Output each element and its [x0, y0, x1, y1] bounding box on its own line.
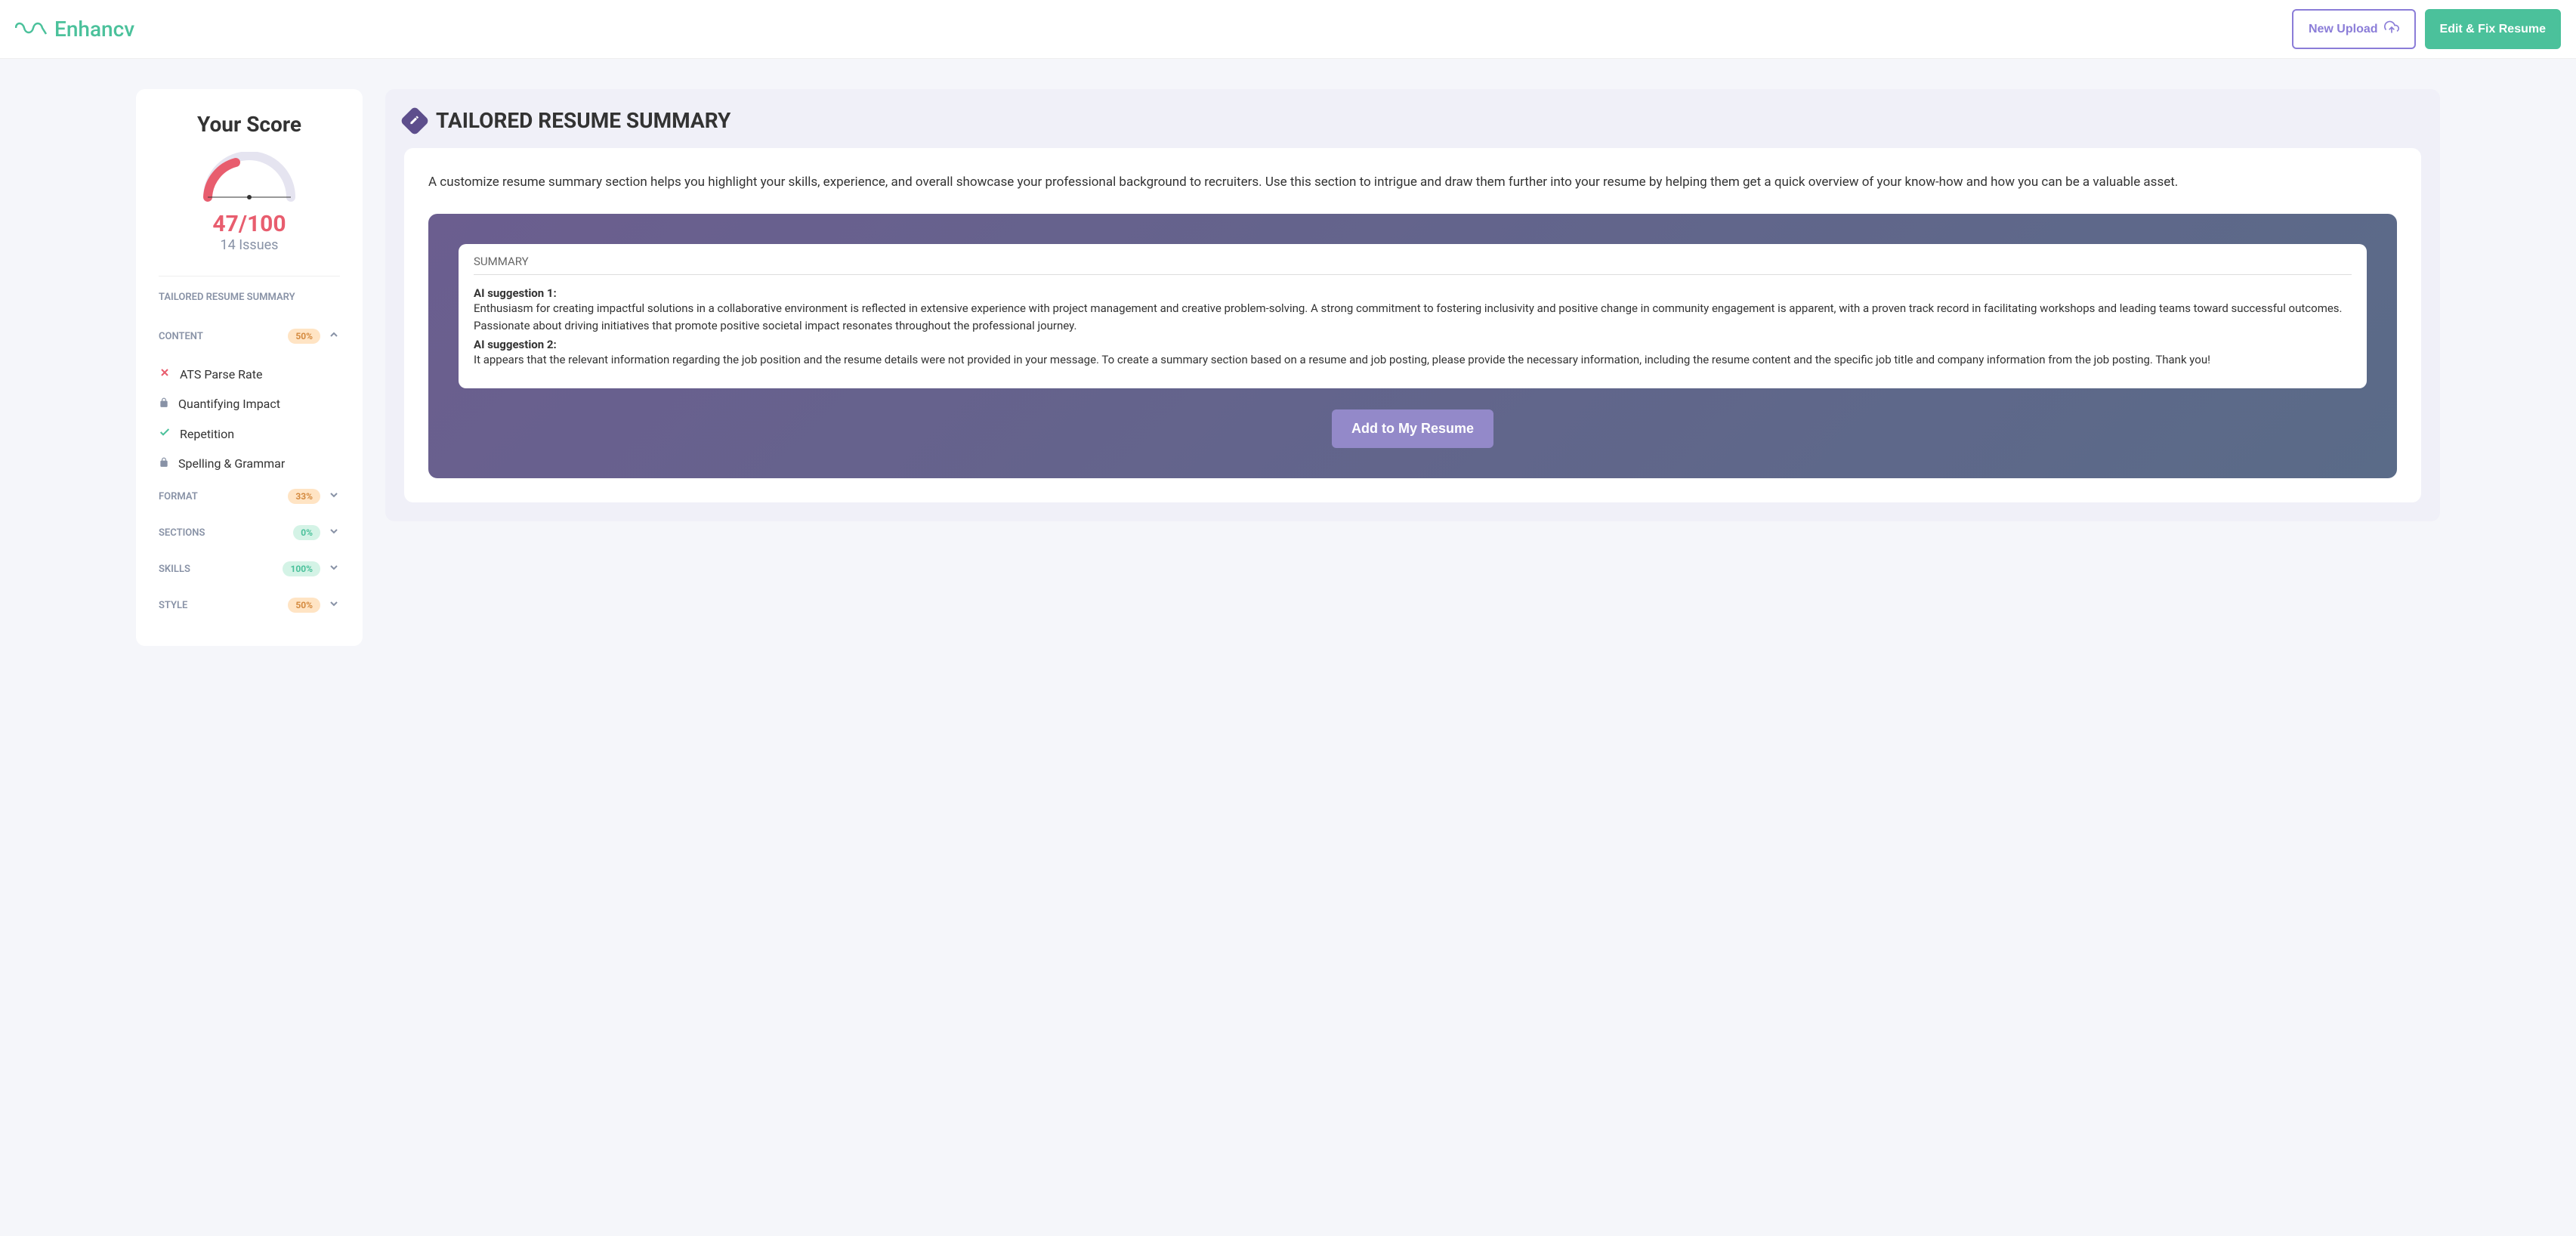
- sidebar-item-label: Spelling & Grammar: [178, 456, 285, 471]
- content-description: A customize resume summary section helps…: [428, 172, 2397, 193]
- chevron-down-icon: [328, 561, 340, 576]
- score-gauge: [159, 152, 340, 205]
- ai-suggestion-2-label: AI suggestion 2:: [474, 338, 557, 351]
- ai-suggestion-1-text: Enthusiasm for creating impactful soluti…: [474, 300, 2352, 334]
- sidebar-section-label: CONTENT: [159, 331, 203, 342]
- sidebar-section-skills[interactable]: SKILLS 100%: [159, 551, 340, 587]
- score-title: Your Score: [159, 112, 340, 137]
- sidebar-section-sections[interactable]: SECTIONS 0%: [159, 514, 340, 551]
- percent-badge: 33%: [288, 489, 320, 504]
- x-icon: [159, 366, 171, 382]
- sidebar-section-label: SECTIONS: [159, 527, 205, 539]
- chevron-down-icon: [328, 525, 340, 540]
- sidebar-item-label: Quantifying Impact: [178, 397, 280, 411]
- lock-icon: [159, 397, 169, 411]
- brand-name: Enhancv: [54, 17, 134, 42]
- sidebar-item[interactable]: Spelling & Grammar: [159, 449, 340, 478]
- content-title: TAILORED RESUME SUMMARY: [436, 108, 730, 133]
- ai-suggestion-2-text: It appears that the relevant information…: [474, 351, 2352, 369]
- sidebar-section-label: STYLE: [159, 600, 187, 611]
- percent-badge: 50%: [288, 598, 320, 613]
- summary-box: SUMMARY AI suggestion 1: Enthusiasm for …: [459, 244, 2367, 388]
- sidebar-section-label: FORMAT: [159, 491, 198, 502]
- divider: [159, 276, 340, 277]
- chevron-up-icon: [328, 329, 340, 344]
- sidebar-item[interactable]: Repetition: [159, 419, 340, 449]
- chevron-down-icon: [328, 489, 340, 504]
- sidebar-item[interactable]: ATS Parse Rate: [159, 359, 340, 389]
- percent-badge: 0%: [293, 525, 320, 540]
- percent-badge: 100%: [283, 561, 320, 576]
- sidebar-item-label: Repetition: [180, 427, 234, 441]
- edit-fix-resume-button[interactable]: Edit & Fix Resume: [2425, 9, 2561, 49]
- sidebar-item[interactable]: Quantifying Impact: [159, 389, 340, 419]
- lock-icon: [159, 456, 169, 471]
- summary-container: SUMMARY AI suggestion 1: Enthusiasm for …: [428, 214, 2397, 478]
- add-to-resume-button[interactable]: Add to My Resume: [1332, 409, 1493, 448]
- brand-logo[interactable]: Enhancv: [15, 17, 134, 42]
- percent-badge: 50%: [288, 329, 320, 344]
- new-upload-button[interactable]: New Upload: [2292, 9, 2416, 49]
- sidebar-section-content[interactable]: CONTENT 50%: [159, 318, 340, 354]
- logo-icon: [15, 19, 47, 40]
- ai-suggestion-1-label: AI suggestion 1:: [474, 286, 557, 300]
- upload-cloud-icon: [2384, 20, 2399, 39]
- score-value: 47/100: [159, 211, 340, 237]
- summary-box-title: SUMMARY: [474, 255, 2352, 275]
- sidebar-item-label: ATS Parse Rate: [180, 367, 262, 382]
- chevron-down-icon: [328, 598, 340, 613]
- issues-count: 14 Issues: [159, 237, 340, 253]
- main-content: TAILORED RESUME SUMMARY A customize resu…: [385, 89, 2440, 521]
- sidebar-tailored-title[interactable]: TAILORED RESUME SUMMARY: [159, 292, 340, 303]
- sidebar-section-label: SKILLS: [159, 564, 190, 575]
- pen-badge-icon: [400, 106, 430, 136]
- check-icon: [159, 426, 171, 441]
- sidebar-section-format[interactable]: FORMAT 33%: [159, 478, 340, 514]
- score-sidebar: Your Score 47/100 14 Issues TAILORED RES…: [136, 89, 363, 646]
- sidebar-section-style[interactable]: STYLE 50%: [159, 587, 340, 623]
